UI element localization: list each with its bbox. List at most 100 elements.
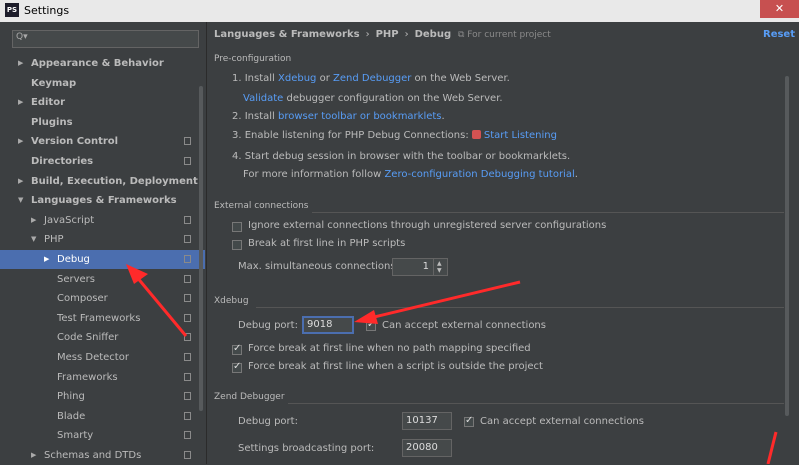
chevron-right-icon[interactable]: ▶ xyxy=(31,211,36,230)
sidebar-item-composer[interactable]: Composer xyxy=(0,289,205,308)
step-2-text: 2. Install xyxy=(232,111,279,122)
sidebar-item-label: Mess Detector xyxy=(57,352,129,363)
sidebar-item-blade[interactable]: Blade xyxy=(0,407,205,426)
sidebar-item-version-control[interactable]: ▶ Version Control xyxy=(0,132,205,151)
chevron-right-icon[interactable]: ▶ xyxy=(18,172,23,191)
xdebug-accept-external-checkbox[interactable] xyxy=(366,319,376,331)
chevron-right-icon[interactable]: ▶ xyxy=(44,250,49,269)
sidebar-item-servers[interactable]: Servers xyxy=(0,270,205,289)
zend-debugger-link[interactable]: Zend Debugger xyxy=(333,73,411,84)
zend-accept-external-label: Can accept external connections xyxy=(480,416,644,427)
ignore-external-checkbox[interactable] xyxy=(232,222,242,232)
sidebar-item-appearance-behavior[interactable]: ▶ Appearance & Behavior xyxy=(0,54,205,73)
sidebar-item-label: Plugins xyxy=(31,116,73,128)
search-icon: Q▾ xyxy=(16,32,28,42)
sidebar-item-mess-detector[interactable]: Mess Detector xyxy=(0,348,205,367)
chevron-down-icon[interactable]: ▼ xyxy=(18,191,23,210)
sidebar-item-php[interactable]: ▼ PHP xyxy=(0,230,205,249)
step-1-text: 1. Install xyxy=(232,73,279,84)
sidebar-item-editor[interactable]: ▶ Editor xyxy=(0,93,205,112)
spinner-down-icon[interactable]: ▼ xyxy=(437,267,442,274)
step-1-or-text: or xyxy=(316,73,333,84)
preconfig-step-4: 4. Start debug session in browser with t… xyxy=(232,151,571,162)
breadcrumb-item-debug: Debug xyxy=(414,29,452,40)
sidebar-item-phing[interactable]: Phing xyxy=(0,387,205,406)
project-scope-icon xyxy=(184,274,191,283)
sidebar-item-label: Editor xyxy=(31,97,65,109)
external-section-title: External connections xyxy=(214,201,309,211)
close-button[interactable]: ✕ xyxy=(760,0,799,18)
settings-search-input[interactable]: Q▾ xyxy=(12,30,199,48)
preconfig-more-info: For more information follow Zero-configu… xyxy=(243,169,578,180)
reset-link[interactable]: Reset xyxy=(763,29,795,40)
force-break-outside-project-label: Force break at first line when a script … xyxy=(248,361,543,372)
sidebar-item-directories[interactable]: Directories xyxy=(0,152,205,171)
sidebar-item-keymap[interactable]: Keymap xyxy=(0,74,205,93)
sidebar-item-label: Languages & Frameworks xyxy=(31,195,177,207)
sidebar-item-debug[interactable]: ▶ Debug xyxy=(0,250,205,269)
chevron-right-icon[interactable]: ▶ xyxy=(18,54,23,73)
project-scope-icon xyxy=(184,137,191,146)
step-3-text: 3. Enable listening for PHP Debug Connec… xyxy=(232,130,472,141)
zend-accept-external-checkbox[interactable] xyxy=(464,415,474,427)
sidebar-item-languages-frameworks[interactable]: ▼ Languages & Frameworks xyxy=(0,191,205,210)
force-break-outside-project-checkbox[interactable] xyxy=(232,361,242,373)
xdebug-port-input[interactable]: 9018 xyxy=(302,316,354,334)
sidebar-scrollbar[interactable] xyxy=(199,86,203,411)
sidebar-item-plugins[interactable]: Plugins xyxy=(0,113,205,132)
project-scope-icon xyxy=(184,372,191,381)
validate-link[interactable]: Validate xyxy=(243,93,283,104)
project-scope-icon xyxy=(184,157,191,165)
break-first-line-checkbox[interactable] xyxy=(232,240,242,250)
sidebar-item-label: Version Control xyxy=(31,136,119,148)
sidebar-item-label: Code Sniffer xyxy=(57,332,119,344)
breadcrumb: Languages & Frameworks › PHP › Debug xyxy=(214,29,451,40)
sidebar-item-label: Blade xyxy=(57,410,86,422)
zend-port-input[interactable]: 10137 xyxy=(402,412,452,430)
sidebar-item-javascript[interactable]: ▶ JavaScript xyxy=(0,211,205,230)
browser-toolbar-link[interactable]: browser toolbar or bookmarklets xyxy=(278,111,442,122)
sidebar-item-label: Smarty xyxy=(57,430,94,442)
zend-divider xyxy=(288,403,784,404)
xdebug-port-label: Debug port: xyxy=(238,320,298,331)
chevron-down-icon[interactable]: ▼ xyxy=(31,230,36,249)
sidebar-item-label: Composer xyxy=(57,293,108,305)
spinner-up-icon[interactable]: ▲ xyxy=(437,260,442,267)
project-scope-icon xyxy=(184,215,191,224)
settings-sidebar: Q▾ ▶ Appearance & Behavior Keymap ▶ Editor Pl… xyxy=(0,22,207,464)
broadcast-port-input[interactable]: 20080 xyxy=(402,439,452,457)
zero-config-tutorial-link[interactable]: Zero-configuration Debugging tutorial xyxy=(384,169,574,180)
sidebar-item-build-execution-deployment[interactable]: ▶ Build, Execution, Deployment xyxy=(0,172,205,191)
force-break-no-mapping-checkbox[interactable] xyxy=(232,343,242,355)
xdebug-divider xyxy=(256,307,784,308)
project-scope-icon xyxy=(184,353,191,361)
window-title: Settings xyxy=(24,4,70,17)
max-connections-spinner[interactable]: ▲ ▼ xyxy=(434,258,448,276)
xdebug-link[interactable]: Xdebug xyxy=(278,73,316,84)
debug-listen-icon xyxy=(471,130,481,139)
chevron-right-icon[interactable]: ▶ xyxy=(31,446,36,465)
step-2-suffix: . xyxy=(441,111,445,122)
broadcast-port-label: Settings broadcasting port: xyxy=(238,443,375,454)
sidebar-item-frameworks[interactable]: Frameworks xyxy=(0,368,205,387)
breadcrumb-item-php: PHP xyxy=(375,29,399,40)
project-scope-icon xyxy=(184,294,191,303)
main-scrollbar[interactable] xyxy=(785,76,789,416)
start-listening-link[interactable]: Start Listening xyxy=(484,130,557,141)
max-connections-label: Max. simultaneous connections: xyxy=(238,261,399,272)
sidebar-item-schemas-and-dtds[interactable]: ▶ Schemas and DTDs xyxy=(0,446,205,465)
sidebar-item-label: Servers xyxy=(57,273,96,285)
sidebar-item-label: Test Frameworks xyxy=(57,312,141,324)
max-connections-input[interactable]: 1 xyxy=(392,258,434,276)
settings-main-panel: Languages & Frameworks › PHP › Debug ⧉ For c… xyxy=(206,22,799,464)
step-1-suffix: on the Web Server. xyxy=(411,73,510,84)
sidebar-item-smarty[interactable]: Smarty xyxy=(0,426,205,445)
force-break-no-mapping-label: Force break at first line when no path m… xyxy=(248,343,531,354)
chevron-right-icon[interactable]: ▶ xyxy=(18,93,23,112)
sidebar-item-test-frameworks[interactable]: Test Frameworks xyxy=(0,309,205,328)
project-scope-icon xyxy=(184,451,191,459)
preconfig-step-1: 1. Install Xdebug or Zend Debugger on th… xyxy=(232,73,510,84)
xdebug-accept-external-label: Can accept external connections xyxy=(382,320,546,331)
chevron-right-icon[interactable]: ▶ xyxy=(18,132,23,151)
sidebar-item-code-sniffer[interactable]: Code Sniffer xyxy=(0,328,205,347)
